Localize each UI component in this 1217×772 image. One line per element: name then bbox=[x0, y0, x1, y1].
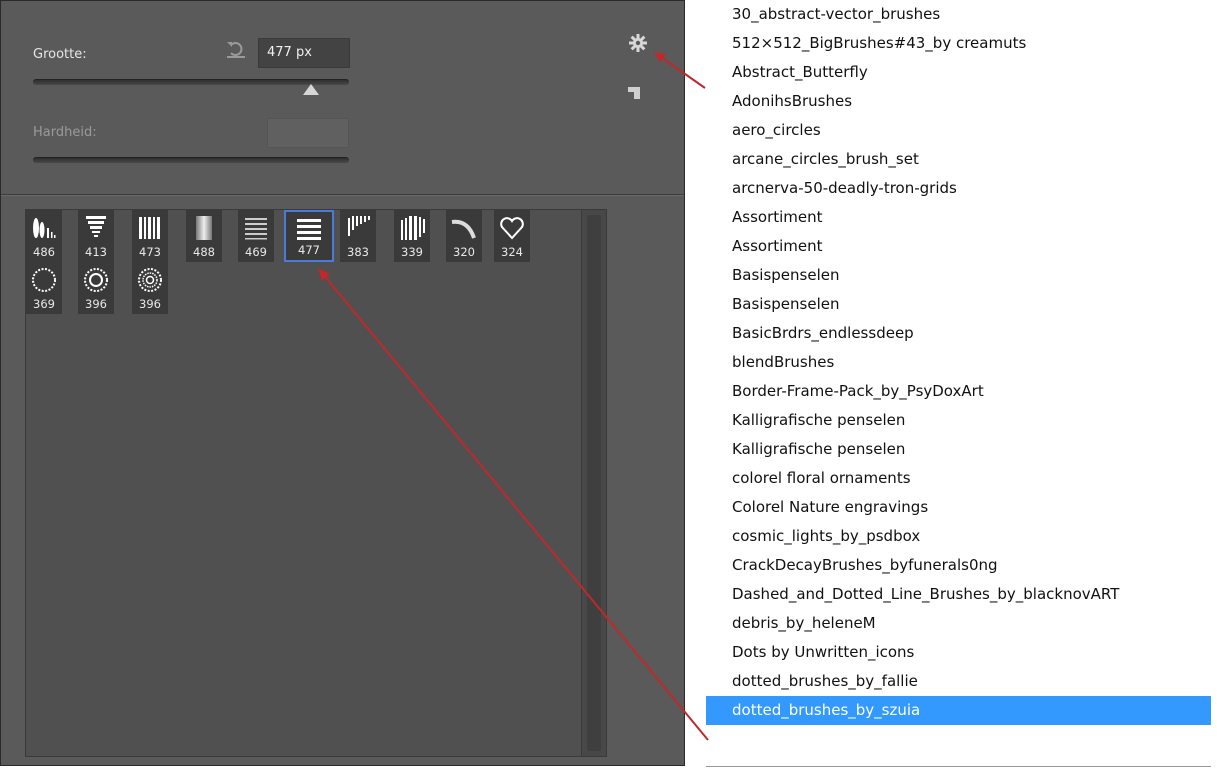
annotation-arrows bbox=[318, 52, 709, 741]
brush-pointer-arrow bbox=[321, 272, 709, 741]
gear-pointer-arrow bbox=[657, 54, 706, 89]
